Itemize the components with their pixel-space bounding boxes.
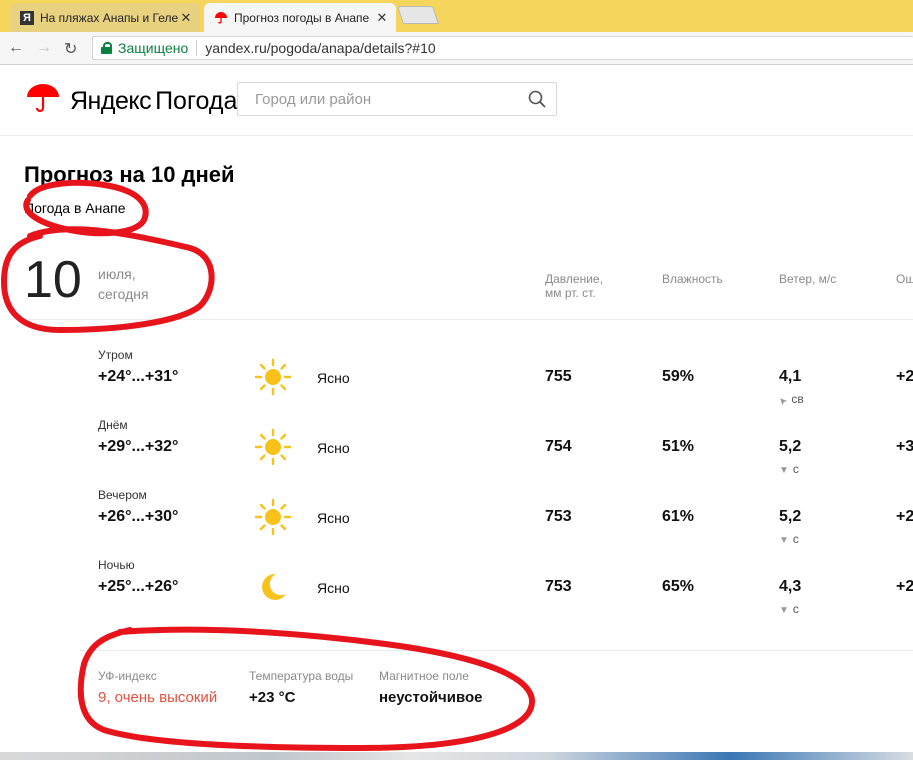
site-favicon-icon: Я bbox=[20, 10, 34, 25]
forward-arrow-icon[interactable]: → bbox=[36, 39, 52, 57]
secure-label: Защищено bbox=[118, 40, 189, 56]
tab-close-icon[interactable]: ✕ bbox=[178, 10, 194, 26]
browser-toolbar: ← → ↻ Защищено yandex.ru/pogoda/anapa/de… bbox=[0, 32, 913, 65]
feels-like-value: +2 bbox=[896, 578, 913, 595]
feels-like-value: +2 bbox=[896, 508, 913, 525]
wind-speed-value: 4,3 bbox=[779, 578, 802, 595]
umbrella-logo-icon[interactable] bbox=[26, 84, 60, 114]
site-header: Яндекс Погода bbox=[0, 65, 913, 136]
browser-tab-bar: Я На пляжах Анапы и Геле ✕ Прогноз погод… bbox=[0, 0, 913, 32]
condition-text: Ясно bbox=[317, 370, 350, 386]
condition-text: Ясно bbox=[317, 510, 350, 526]
uv-index-value: 9, очень высокий bbox=[98, 689, 218, 706]
wind-arrow-icon: ▼ bbox=[779, 465, 789, 476]
day-part-label: Вечером bbox=[98, 488, 147, 502]
day-info: июля, сегодня bbox=[98, 264, 149, 304]
uv-index-label: УФ-индекс bbox=[98, 669, 157, 683]
url-text[interactable]: yandex.ru/pogoda/anapa/details?#10 bbox=[205, 40, 435, 56]
pressure-value: 753 bbox=[545, 578, 572, 595]
page-title: Прогноз на 10 дней bbox=[24, 162, 235, 187]
tab-title: На пляжах Анапы и Геле bbox=[40, 10, 178, 25]
tab-close-icon[interactable]: ✕ bbox=[374, 10, 390, 26]
temperature-range: +29°...+32° bbox=[98, 438, 179, 455]
temperature-range: +24°...+31° bbox=[98, 368, 179, 385]
address-bar[interactable]: Защищено yandex.ru/pogoda/anapa/details?… bbox=[92, 36, 913, 60]
day-number: 10 bbox=[24, 251, 82, 309]
column-pressure-title: Давление, bbox=[545, 272, 603, 286]
pressure-value: 755 bbox=[545, 368, 572, 385]
feels-like-value: +2 bbox=[896, 368, 913, 385]
day-part-label: Днём bbox=[98, 418, 128, 432]
reload-icon[interactable]: ↻ bbox=[64, 39, 77, 59]
water-temp-value: +23 °C bbox=[249, 689, 296, 706]
browser-tab-active[interactable]: Прогноз погоды в Анапе ✕ bbox=[204, 3, 396, 32]
back-arrow-icon[interactable]: ← bbox=[8, 39, 24, 57]
search-input[interactable] bbox=[238, 83, 535, 115]
new-tab-button[interactable] bbox=[397, 6, 439, 24]
day-label: сегодня bbox=[98, 286, 149, 302]
divider bbox=[80, 650, 913, 651]
humidity-value: 59% bbox=[662, 368, 695, 385]
page-subtitle: Погода в Анапе bbox=[24, 200, 126, 216]
magnetic-field-label: Магнитное поле bbox=[379, 669, 469, 683]
day-part-label: Утром bbox=[98, 348, 133, 362]
wind-arrow-icon: ▼ bbox=[779, 535, 789, 546]
wind-speed-value: 5,2 bbox=[779, 438, 802, 455]
column-feels: Ощ bbox=[896, 272, 913, 286]
search-box bbox=[237, 82, 557, 116]
condition-text: Ясно bbox=[317, 440, 350, 456]
day-part-label: Ночью bbox=[98, 558, 135, 572]
wind-direction: ▼ с bbox=[779, 532, 799, 546]
temperature-range: +25°...+26° bbox=[98, 578, 179, 595]
lock-icon bbox=[101, 42, 112, 54]
divider bbox=[196, 40, 198, 56]
moon-icon bbox=[262, 573, 286, 600]
wind-direction-text: с bbox=[792, 602, 799, 616]
logo[interactable]: Яндекс Погода bbox=[70, 87, 237, 115]
wind-direction: ▼ с bbox=[779, 602, 799, 616]
wind-direction: ➤св bbox=[776, 392, 804, 408]
search-icon[interactable] bbox=[528, 90, 546, 108]
logo-yandex: Яндекс bbox=[70, 87, 152, 115]
wind-direction-text: с bbox=[792, 462, 799, 476]
column-pressure: Давление, мм рт. ст. bbox=[545, 272, 603, 300]
humidity-value: 61% bbox=[662, 508, 695, 525]
condition-text: Ясно bbox=[317, 580, 350, 596]
temperature-range: +26°...+30° bbox=[98, 508, 179, 525]
browser-tab[interactable]: Я На пляжах Анапы и Геле ✕ bbox=[10, 3, 200, 32]
pressure-value: 753 bbox=[545, 508, 572, 525]
wind-arrow-icon: ➤ bbox=[776, 393, 791, 408]
umbrella-favicon-icon bbox=[214, 11, 228, 25]
wind-arrow-icon: ▼ bbox=[779, 605, 789, 616]
humidity-value: 51% bbox=[662, 438, 695, 455]
water-temp-label: Температура воды bbox=[249, 669, 354, 683]
sun-icon bbox=[254, 498, 292, 536]
feels-like-value: +3 bbox=[896, 438, 913, 455]
image-strip bbox=[0, 752, 913, 760]
column-wind: Ветер, м/с bbox=[779, 272, 837, 286]
sun-icon bbox=[254, 358, 292, 396]
sun-icon bbox=[254, 428, 292, 466]
divider bbox=[24, 319, 913, 320]
wind-direction: ▼ с bbox=[779, 462, 799, 476]
wind-direction-text: св bbox=[791, 392, 804, 406]
logo-pogoda: Погода bbox=[155, 87, 238, 115]
column-humidity: Влажность bbox=[662, 272, 723, 286]
day-month: июля, bbox=[98, 266, 136, 282]
magnetic-field-value: неустойчивое bbox=[379, 689, 483, 706]
column-pressure-unit: мм рт. ст. bbox=[545, 286, 596, 300]
wind-speed-value: 5,2 bbox=[779, 508, 802, 525]
tab-title: Прогноз погоды в Анапе bbox=[234, 10, 370, 25]
humidity-value: 65% bbox=[662, 578, 695, 595]
wind-speed-value: 4,1 bbox=[779, 368, 802, 385]
pressure-value: 754 bbox=[545, 438, 572, 455]
wind-direction-text: с bbox=[792, 532, 799, 546]
